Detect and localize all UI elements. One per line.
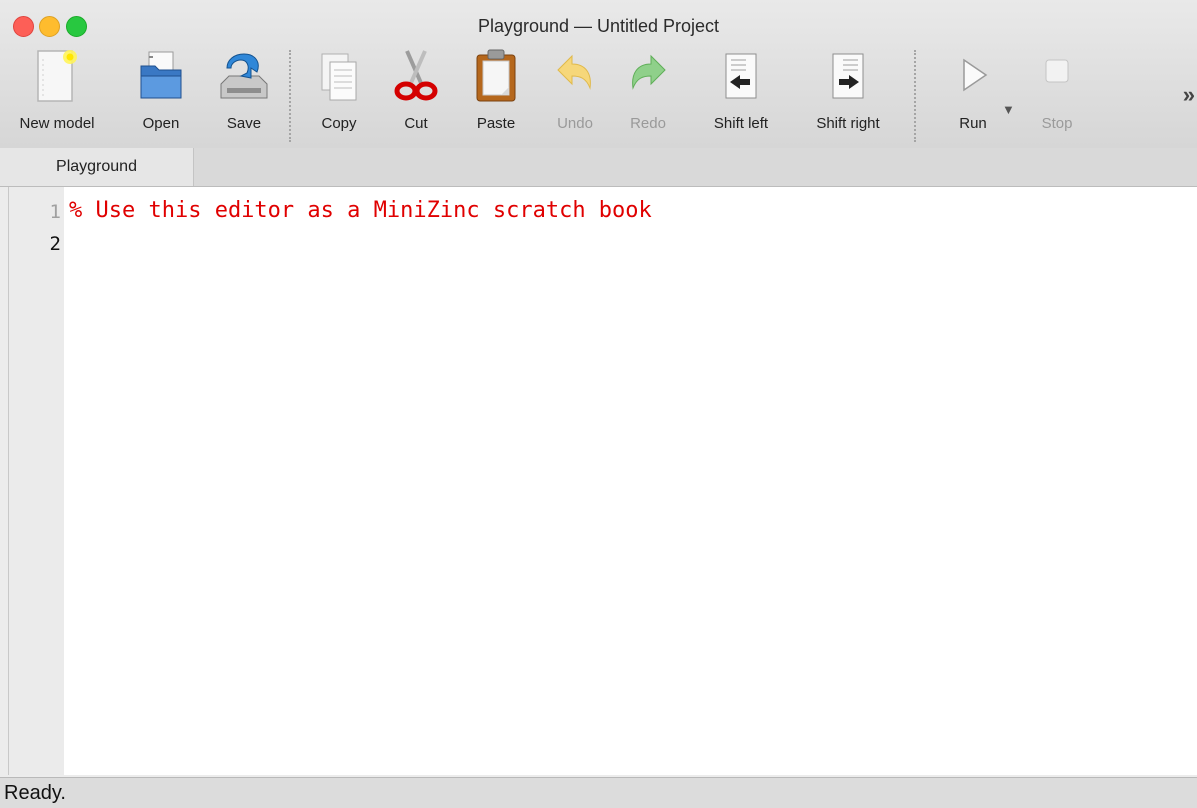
status-text: Ready.	[4, 782, 66, 804]
paste-button[interactable]: Paste	[465, 46, 527, 142]
redo-button[interactable]: Redo	[617, 46, 679, 142]
toolbar-label: Paste	[476, 115, 516, 132]
toolbar-label: Open	[142, 115, 180, 132]
copy-button[interactable]: Copy	[308, 46, 370, 142]
undo-button[interactable]: Undo	[544, 46, 606, 142]
toolbar: New model Open Save Copy Cut Paste Undo …	[0, 46, 1197, 146]
line-number-gutter: 1 2	[9, 187, 64, 775]
toolbar-label: Redo	[630, 115, 666, 132]
window-title: Playground — Untitled Project	[477, 16, 720, 36]
toolbar-label: Shift left	[713, 115, 769, 132]
new-model-icon	[29, 46, 85, 106]
cut-button[interactable]: Cut	[385, 46, 447, 142]
copy-icon	[311, 46, 367, 106]
status-bar: Ready.	[0, 777, 1197, 808]
toolbar-overflow-icon[interactable]: »	[1183, 82, 1195, 108]
toolbar-label: Save	[226, 115, 262, 132]
toolbar-separator	[914, 50, 916, 142]
open-folder-icon	[133, 46, 189, 106]
toolbar-label: Shift right	[816, 115, 880, 132]
redo-arrow-icon	[620, 46, 676, 106]
shift-right-icon	[820, 46, 876, 106]
line-number: 2	[49, 233, 61, 255]
toolbar-label: New model	[19, 115, 95, 132]
toolbar-separator	[289, 50, 291, 142]
new-model-button[interactable]: New model	[19, 46, 95, 142]
open-button[interactable]: Open	[130, 46, 192, 142]
line-number: 1	[49, 201, 61, 223]
toolbar-label: Cut	[404, 115, 428, 132]
scissors-icon	[388, 46, 444, 106]
play-icon	[945, 46, 1001, 106]
toolbar-label: Stop	[1041, 115, 1073, 132]
toolbar-label: Undo	[557, 115, 593, 132]
shift-left-button[interactable]: Shift left	[703, 46, 779, 142]
tab-playground[interactable]: Playground	[0, 148, 194, 186]
stop-icon	[1029, 46, 1085, 106]
save-button[interactable]: Save	[213, 46, 275, 142]
tab-bar: Playground	[0, 148, 1197, 187]
code-line[interactable]: % Use this editor as a MiniZinc scratch …	[69, 198, 652, 223]
toolbar-label: Run	[959, 115, 987, 132]
clipboard-icon	[468, 46, 524, 106]
shift-right-button[interactable]: Shift right	[806, 46, 890, 142]
toolbar-label: Copy	[321, 115, 357, 132]
run-button[interactable]: Run	[942, 46, 1004, 142]
run-options-dropdown-icon[interactable]: ▼	[1002, 102, 1015, 117]
code-editor[interactable]: 1 2 % Use this editor as a MiniZinc scra…	[8, 187, 1197, 775]
stop-button[interactable]: Stop	[1026, 46, 1088, 142]
undo-arrow-icon	[547, 46, 603, 106]
shift-left-icon	[713, 46, 769, 106]
save-icon	[216, 46, 272, 106]
window-chrome: Playground — Untitled Project New model	[0, 0, 1197, 149]
